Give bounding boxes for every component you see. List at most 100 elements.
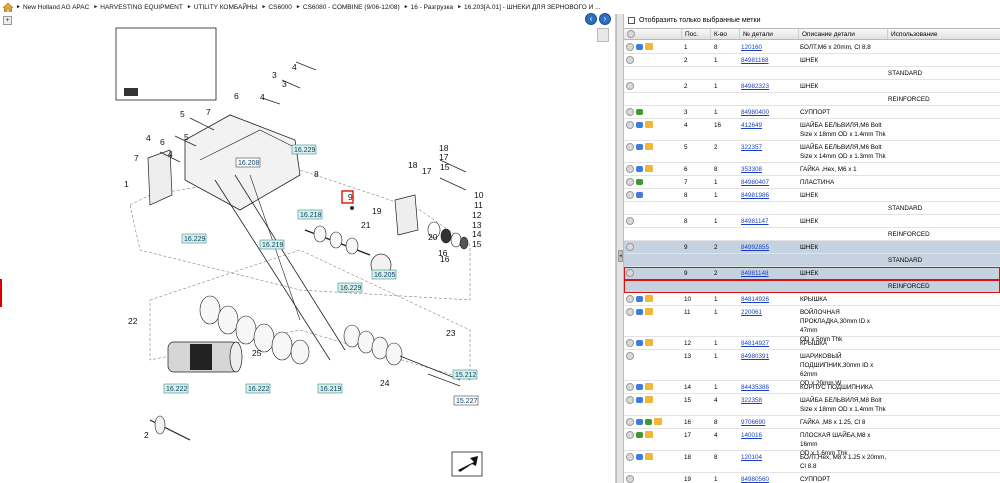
info-icon[interactable] <box>626 396 634 404</box>
callout-number[interactable]: 4 <box>260 92 265 102</box>
part-number-link[interactable]: 140016 <box>741 431 796 440</box>
ref-link[interactable]: 15.212 <box>455 372 477 379</box>
view-icon[interactable] <box>636 44 643 50</box>
part-number-link[interactable]: 220061 <box>741 308 796 317</box>
breadcrumb-item[interactable]: ► UTILITY КОМБАЙНЫ <box>187 4 258 11</box>
breadcrumb-item[interactable]: ► 16.203[A.01] - ШНЕКИ ДЛЯ ЗЕРНОВОГО И ..… <box>457 4 600 11</box>
part-number-link[interactable]: 84980560 <box>741 475 796 483</box>
part-number-link[interactable]: 322357 <box>741 143 796 152</box>
table-row[interactable]: 10 1 84814926 КРЫШКА <box>624 293 1000 306</box>
view-icon[interactable] <box>636 296 643 302</box>
table-row[interactable]: 2 1 84981168 ШНЕК <box>624 54 1000 67</box>
callout-number[interactable]: 14 <box>472 229 482 239</box>
substitute-icon[interactable] <box>645 419 652 425</box>
part-number-link[interactable]: 84981147 <box>741 217 796 226</box>
cart-icon[interactable] <box>645 43 653 50</box>
callout-number[interactable]: 17 <box>422 166 432 176</box>
table-row[interactable]: 1 8 120160 БОЛТ,M6 x 20mm, Cl 8.8 <box>624 41 1000 54</box>
info-icon[interactable] <box>626 475 634 483</box>
info-icon[interactable] <box>626 431 634 439</box>
table-row[interactable]: 6 8 353308 ГАЙКА ,Hex, M6 x 1 <box>624 163 1000 176</box>
info-icon[interactable] <box>626 418 634 426</box>
info-icon[interactable] <box>626 269 634 277</box>
header-qty[interactable]: К-во <box>710 29 738 39</box>
info-icon[interactable] <box>626 308 634 316</box>
info-icon[interactable] <box>626 178 634 186</box>
table-row[interactable]: 17 4 140016 ПЛОСКАЯ ШАЙБА,M8 x 16mm OD x 1.6… <box>624 429 1000 457</box>
part-number-link[interactable]: 84982323 <box>741 82 796 91</box>
breadcrumb-item[interactable]: ► CS6080 - COMBINE (9/06-12/08) <box>296 4 400 11</box>
cart-icon[interactable] <box>645 339 653 346</box>
ref-link[interactable]: 16.222 <box>248 386 270 393</box>
table-row[interactable]: 8 1 84981147 ШНЕК <box>624 215 1000 228</box>
collapse-handle[interactable]: ◂ <box>618 250 623 262</box>
info-icon[interactable] <box>626 108 634 116</box>
callout-number[interactable]: 5 <box>180 109 185 119</box>
table-row[interactable]: 4 16 412649 ШАЙБА БЕЛЬВИЛЯ,M6 Bolt Size x 18… <box>624 119 1000 141</box>
info-icon[interactable] <box>626 56 634 64</box>
view-icon[interactable] <box>636 144 643 150</box>
header-usage[interactable]: Использование <box>887 29 1000 39</box>
cart-icon[interactable] <box>645 431 653 438</box>
callout-number[interactable]: 4 <box>146 133 151 143</box>
cart-icon[interactable] <box>654 418 662 425</box>
header-part-number[interactable]: № детали <box>739 29 797 39</box>
part-number-link[interactable]: 84435386 <box>741 383 796 392</box>
exploded-parts-diagram[interactable]: 123456789 1011121314151617181920212223242… <box>0 14 616 483</box>
callout-number[interactable]: 17 <box>439 152 449 162</box>
ref-link[interactable]: 16.218 <box>300 212 322 219</box>
view-icon[interactable] <box>636 454 643 460</box>
info-icon[interactable] <box>626 217 634 225</box>
table-row[interactable]: 13 1 84980391 ШАРИКОВЫЙ ПОДШИПНИК,30mm ID x … <box>624 350 1000 387</box>
breadcrumb-item[interactable]: ► 16 - Разгрузка <box>404 4 453 11</box>
callout-number[interactable]: 22 <box>128 316 138 326</box>
table-row[interactable]: 12 1 84814927 КРЫШКА <box>624 337 1000 350</box>
view-icon[interactable] <box>636 340 643 346</box>
part-number-link[interactable]: 84814927 <box>741 339 796 348</box>
callout-number[interactable]: 7 <box>206 107 211 117</box>
callout-number[interactable]: 21 <box>361 220 371 230</box>
table-row[interactable]: 7 1 84980407 ПЛАСТИНА <box>624 176 1000 189</box>
cart-icon[interactable] <box>645 453 653 460</box>
info-icon[interactable] <box>626 191 634 199</box>
info-icon[interactable] <box>626 339 634 347</box>
header-pos[interactable]: Пос. <box>681 29 709 39</box>
cart-icon[interactable] <box>645 165 653 172</box>
table-row[interactable]: 14 1 84435386 КОРПУС ПОДШИПНИКА <box>624 381 1000 394</box>
cart-icon[interactable] <box>645 396 653 403</box>
cart-icon[interactable] <box>645 121 653 128</box>
right-arrow-circle-icon[interactable]: › <box>599 13 611 25</box>
callout-number[interactable]: 4 <box>168 149 173 159</box>
callout-number[interactable]: 4 <box>292 62 297 72</box>
info-icon[interactable] <box>626 82 634 90</box>
ref-link[interactable]: 15.227 <box>456 398 478 405</box>
view-icon[interactable] <box>636 384 643 390</box>
callout-number[interactable]: 25 <box>252 348 262 358</box>
part-number-link[interactable]: 9706690 <box>741 418 796 427</box>
table-row[interactable]: 9 2 84992855 ШНЕК <box>624 241 1000 254</box>
breadcrumb-item[interactable]: ► HARVESTING EQUIPMENT <box>93 4 183 11</box>
callout-number[interactable]: 15 <box>472 239 482 249</box>
info-icon[interactable] <box>626 143 634 151</box>
info-icon[interactable] <box>626 43 634 51</box>
part-number-link[interactable]: 84814926 <box>741 295 796 304</box>
callout-number[interactable]: 23 <box>446 328 456 338</box>
ref-link[interactable]: 16.208 <box>238 160 260 167</box>
info-icon[interactable] <box>626 352 634 360</box>
cart-icon[interactable] <box>645 295 653 302</box>
ref-link[interactable]: 16.219 <box>320 386 342 393</box>
table-row[interactable]: 11 1 220061 ВОЙЛОЧНАЯ ПРОКЛАДКА,30mm ID x 47… <box>624 306 1000 343</box>
callout-number[interactable]: 20 <box>428 232 438 242</box>
pane-splitter[interactable]: ◂ <box>616 14 624 483</box>
table-row[interactable]: 2 1 84982323 ШНЕК <box>624 80 1000 93</box>
ref-link[interactable]: 16.229 <box>294 147 316 154</box>
settings-icon[interactable] <box>627 30 635 38</box>
substitute-icon[interactable] <box>636 179 643 185</box>
part-number-link[interactable]: 120104 <box>741 453 796 462</box>
info-icon[interactable] <box>626 383 634 391</box>
callout-number[interactable]: 3 <box>282 79 287 89</box>
view-icon[interactable] <box>636 309 643 315</box>
cart-icon[interactable] <box>645 383 653 390</box>
callout-number[interactable]: 3 <box>272 70 277 80</box>
table-row[interactable]: 15 4 322358 ШАЙБА БЕЛЬВИЛЯ,M8 Bolt Size x 18… <box>624 394 1000 416</box>
